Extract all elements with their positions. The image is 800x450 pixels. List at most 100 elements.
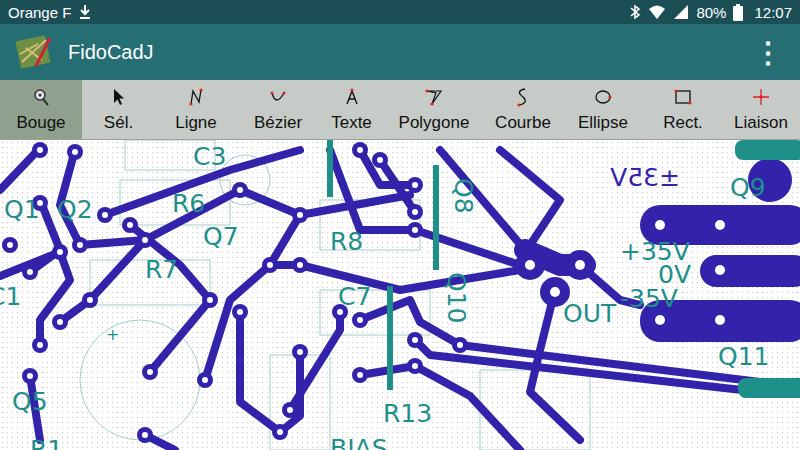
large-pad[interactable] (705, 210, 735, 240)
pad[interactable] (202, 292, 218, 308)
large-pad[interactable] (705, 305, 735, 335)
component-label[interactable]: Q7 (203, 222, 239, 251)
battery-icon (733, 4, 743, 21)
component-label[interactable]: R6 (172, 189, 205, 218)
component-label[interactable]: C3 (193, 142, 226, 171)
pad[interactable] (32, 337, 48, 353)
tool-button[interactable]: Polygone (384, 80, 484, 139)
smd-pad[interactable] (738, 378, 800, 398)
pad[interactable] (352, 142, 368, 158)
component-label[interactable]: C1 (0, 282, 21, 311)
pad[interactable] (352, 367, 368, 383)
pad[interactable] (292, 207, 308, 223)
pad[interactable] (137, 427, 153, 443)
pad[interactable] (197, 372, 213, 388)
pad[interactable] (292, 344, 308, 360)
component-label[interactable]: Q11 (718, 342, 770, 371)
tool-button[interactable]: Bouge (0, 80, 82, 139)
trace[interactable] (290, 312, 340, 410)
tool-label: Liaison (734, 113, 788, 133)
pcb-drawing[interactable]: C3Q1Q2R6Q7R8Q8R7C1C7Q10OUT+35V0V-35VQ11Q… (0, 140, 800, 450)
pad[interactable] (232, 304, 248, 320)
pad[interactable] (2, 237, 18, 253)
component-label[interactable]: Q10 (442, 272, 471, 324)
tool-button[interactable]: Rect. (644, 80, 722, 139)
pad[interactable] (142, 364, 158, 380)
pad[interactable] (372, 152, 388, 168)
fidocadj-logo-icon (16, 34, 52, 70)
component-label[interactable]: BIAS (330, 434, 388, 450)
pad[interactable] (407, 332, 423, 348)
tool-label: Ellipse (578, 113, 628, 133)
component-label[interactable]: -35V (620, 284, 678, 313)
pad[interactable] (52, 314, 68, 330)
canvas-background (0, 140, 800, 450)
pad[interactable] (452, 337, 468, 353)
component-label[interactable]: Q5 (12, 387, 48, 416)
large-pad[interactable] (515, 250, 545, 280)
pad[interactable] (97, 207, 113, 223)
trace[interactable] (130, 225, 210, 372)
trace[interactable] (500, 150, 560, 245)
component-label[interactable]: Q9 (730, 173, 766, 202)
component-label[interactable]: ±35V (610, 163, 680, 192)
tool-button[interactable]: Ellipse (562, 80, 644, 139)
grid (0, 140, 800, 450)
trace[interactable] (240, 312, 300, 432)
smd-pad[interactable] (735, 140, 800, 160)
pad[interactable] (282, 402, 298, 418)
pad[interactable] (137, 232, 153, 248)
tool-button[interactable]: Liaison (722, 80, 800, 139)
wifi-icon (648, 4, 666, 20)
pad[interactable] (122, 217, 138, 233)
large-pad[interactable] (565, 250, 595, 280)
tool-button[interactable]: Ligne (155, 80, 237, 139)
component-label[interactable]: Q2 (57, 195, 93, 224)
tool-button[interactable]: Courbe (484, 80, 562, 139)
pad[interactable] (82, 292, 98, 308)
component-bar (327, 140, 333, 197)
component-label[interactable]: Q1 (4, 195, 40, 224)
component-label[interactable]: R13 (383, 399, 432, 428)
pad[interactable] (407, 177, 423, 193)
pad[interactable] (292, 257, 308, 273)
download-icon (78, 4, 92, 20)
pad[interactable] (22, 368, 38, 384)
copper-traces (0, 148, 800, 450)
rectangle-icon (673, 87, 693, 107)
pad[interactable] (352, 312, 368, 328)
component-label[interactable]: + (106, 325, 119, 344)
power-pad[interactable] (700, 255, 800, 287)
large-pad[interactable] (645, 210, 675, 240)
select-arrow-icon (109, 87, 129, 107)
tool-button[interactable]: Texte (319, 80, 384, 139)
pad[interactable] (407, 222, 423, 238)
tool-label: Ligne (175, 113, 217, 133)
tool-label: Bézier (254, 113, 302, 133)
pad[interactable] (32, 142, 48, 158)
component-label[interactable]: R8 (330, 227, 363, 256)
component-label[interactable]: R1 (30, 435, 63, 450)
text-icon (342, 87, 362, 107)
component-label[interactable]: OUT (563, 299, 617, 328)
pad[interactable] (407, 358, 423, 374)
app-screen: Orange F80%12:07FidoCadJ⋮BougeSél.LigneB… (0, 0, 800, 450)
pad[interactable] (407, 204, 423, 220)
tool-button[interactable]: Bézier (237, 80, 319, 139)
overflow-menu-button[interactable]: ⋮ (748, 36, 788, 69)
large-pad[interactable] (705, 255, 735, 285)
component-bar (433, 165, 439, 270)
pad[interactable] (22, 264, 38, 280)
pad[interactable] (52, 244, 68, 260)
component-label[interactable]: R7 (145, 255, 178, 284)
pad[interactable] (262, 257, 278, 273)
pad[interactable] (67, 144, 83, 160)
pad[interactable] (232, 182, 248, 198)
pad[interactable] (72, 237, 88, 253)
tool-button[interactable]: Sél. (82, 80, 155, 139)
tool-label: Sél. (104, 113, 133, 133)
component-label[interactable]: Q8 (449, 178, 478, 214)
component-label[interactable]: C7 (338, 282, 371, 311)
pad[interactable] (272, 424, 288, 440)
drawing-canvas[interactable]: C3Q1Q2R6Q7R8Q8R7C1C7Q10OUT+35V0V-35VQ11Q… (0, 140, 800, 450)
